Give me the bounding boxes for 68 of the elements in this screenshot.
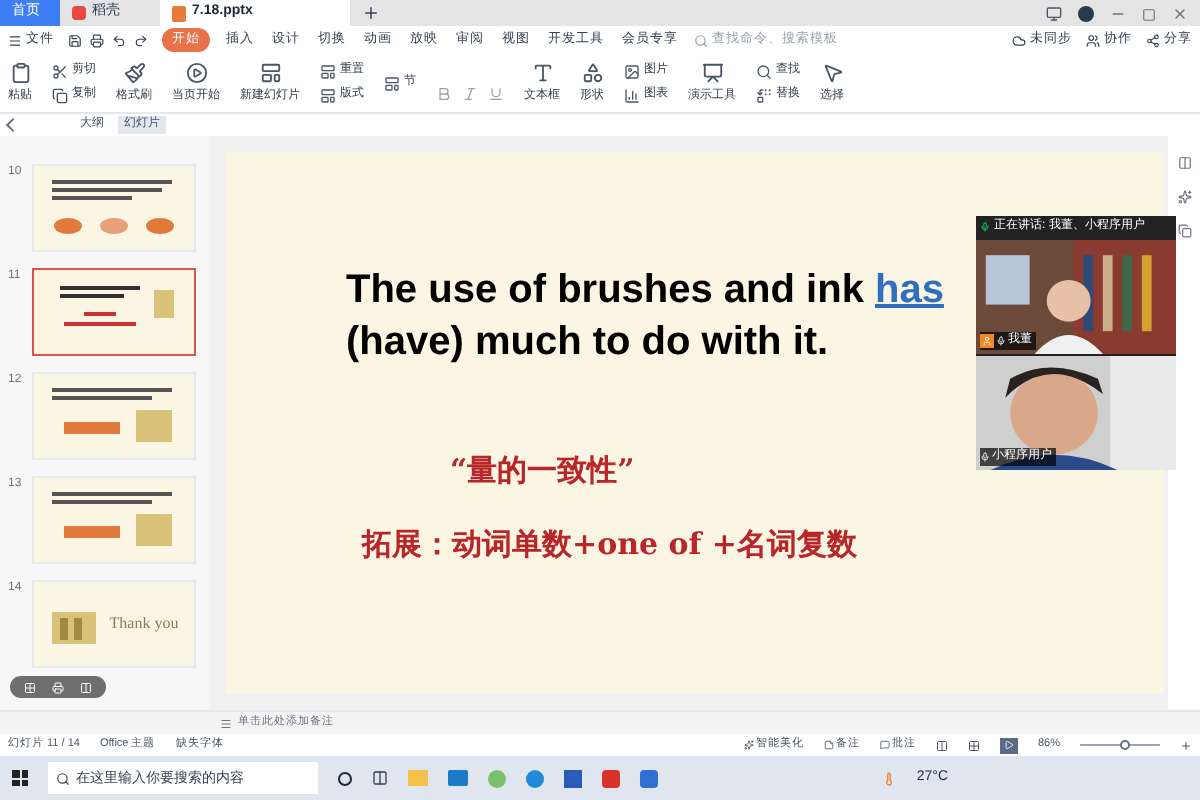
menu-icon	[8, 33, 22, 47]
grid-view-icon[interactable]	[967, 739, 980, 751]
bar-chart-icon	[624, 87, 640, 103]
grid-icon[interactable]	[24, 681, 36, 693]
weather-icon	[882, 771, 897, 785]
file-icon	[172, 5, 186, 21]
slide-subtitle: “量的一致性”	[450, 450, 635, 492]
pointer-icon	[821, 61, 843, 83]
layout-icon	[259, 61, 281, 83]
note-icon	[823, 740, 834, 750]
search-icon	[694, 33, 708, 47]
zoom-in-icon[interactable]	[1180, 739, 1192, 751]
cloud-icon	[1012, 33, 1026, 47]
mic-icon	[980, 452, 990, 462]
maximize-icon[interactable]	[1142, 7, 1156, 21]
sparkle-icon	[743, 740, 754, 750]
search-icon	[756, 63, 772, 79]
mic-icon	[996, 336, 1006, 346]
copy-icon	[52, 87, 68, 103]
slide-title: The use of brushes and ink	[346, 268, 866, 312]
people-icon	[1086, 33, 1100, 47]
redo-icon[interactable]	[134, 33, 148, 47]
normal-view-icon[interactable]	[935, 739, 948, 751]
paintbrush-icon	[123, 61, 145, 83]
undo-icon[interactable]	[112, 33, 126, 47]
save-icon[interactable]	[68, 33, 82, 47]
windows-start-icon[interactable]	[12, 770, 28, 786]
underline-icon[interactable]	[488, 85, 504, 101]
sparkle-icon[interactable]	[1177, 190, 1191, 204]
monitor-icon[interactable]	[1046, 6, 1062, 22]
layout-icon	[320, 63, 336, 79]
copy-icon[interactable]	[1177, 224, 1191, 238]
docer-icon	[72, 6, 86, 20]
slider-thumb[interactable]	[1120, 740, 1130, 750]
layout-icon	[384, 75, 400, 91]
shapes-icon	[581, 61, 603, 83]
bold-icon[interactable]	[436, 85, 452, 101]
search-icon	[56, 771, 70, 785]
link-text[interactable]: has	[875, 268, 944, 312]
new-tab-icon[interactable]	[362, 4, 380, 22]
thumbnail-text: Thank you	[109, 612, 179, 636]
layout-icon	[320, 87, 336, 103]
play-icon	[1003, 740, 1014, 750]
avatar[interactable]	[1078, 6, 1094, 22]
task-view-icon[interactable]	[338, 771, 352, 785]
print-icon[interactable]	[52, 681, 64, 693]
clipboard-icon	[9, 61, 31, 83]
replace-icon	[756, 87, 772, 103]
share-icon	[1146, 33, 1160, 47]
comment-icon	[879, 740, 890, 750]
mic-icon	[980, 222, 990, 232]
play-button[interactable]	[999, 737, 1018, 753]
presentation-icon	[701, 61, 723, 83]
layout-icon[interactable]	[80, 681, 92, 693]
slide-extension: 拓展：动词单数+one of +名词复数	[362, 523, 857, 565]
close-icon[interactable]	[1172, 6, 1188, 22]
image-icon	[624, 63, 640, 79]
slide-title: (have) much to do with it.	[346, 320, 829, 364]
scissors-icon	[52, 63, 68, 79]
print-icon[interactable]	[90, 33, 104, 47]
notes-icon	[220, 717, 232, 729]
meeting-icon[interactable]	[640, 769, 658, 787]
italic-icon[interactable]	[462, 85, 478, 101]
slide-thumbnail[interactable]	[32, 268, 196, 356]
text-icon	[531, 61, 553, 83]
play-icon	[185, 61, 207, 83]
slide-thumbnail[interactable]: Thank you	[32, 580, 196, 668]
window-icon[interactable]	[372, 770, 388, 786]
